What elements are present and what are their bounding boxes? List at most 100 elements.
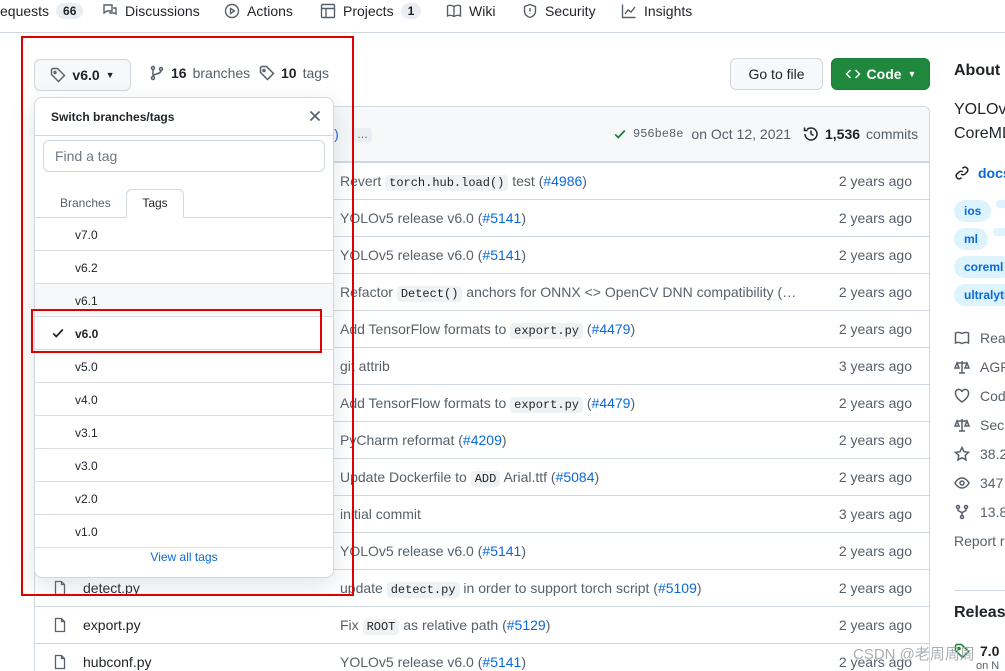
tag-item[interactable]: v6.2	[35, 251, 333, 284]
code-of-conduct-link[interactable]: Cod	[954, 388, 1005, 404]
tab-branches[interactable]: Branches	[60, 196, 111, 210]
topic-coreml[interactable]: coreml	[954, 256, 1005, 278]
tag-select-button[interactable]: v6.0 ▼	[34, 59, 131, 91]
go-to-file-label: Go to file	[748, 66, 805, 82]
tab-actions[interactable]: Actions	[224, 0, 293, 22]
tag-item-label: v6.2	[75, 261, 98, 275]
tag-item[interactable]: v3.1	[35, 416, 333, 449]
close-button[interactable]	[307, 108, 325, 126]
commit-message[interactable]: Revert torch.hub.load() test (#4986)	[340, 173, 587, 191]
expand-commit-button[interactable]: …	[353, 128, 372, 142]
tag-item-label: v6.0	[75, 327, 99, 341]
pr-link[interactable]: #5141	[482, 543, 521, 559]
pr-link[interactable]: #5084	[556, 469, 595, 485]
tab-discussions[interactable]: Discussions	[102, 0, 200, 22]
tag-item[interactable]: v7.0	[35, 218, 333, 251]
code-snippet: export.py	[510, 397, 583, 413]
tag-item-label: v6.1	[75, 294, 98, 308]
stars-link[interactable]: 38.2	[954, 446, 1005, 462]
tab-security[interactable]: Security	[522, 0, 596, 22]
link-icon	[955, 166, 969, 180]
commit-message[interactable]: initial commit	[340, 506, 421, 522]
file-name[interactable]: export.py	[83, 617, 141, 633]
tab-projects[interactable]: Projects 1	[320, 0, 422, 22]
watchers-link[interactable]: 347	[954, 475, 1003, 491]
commit-message[interactable]: update detect.py in order to support tor…	[340, 580, 702, 598]
commit-age: 2 years ago	[838, 247, 912, 263]
about-heading: About	[954, 62, 1001, 79]
tags-count: 10	[281, 65, 297, 81]
commit-message[interactable]: YOLOv5 release v6.0 (#5141)	[340, 210, 526, 226]
commit-message[interactable]: Refactor Detect() anchors for ONNX <> Op…	[340, 284, 796, 302]
commit-count: 1,536	[825, 126, 861, 142]
security-policy-link[interactable]: Secu	[954, 417, 1005, 433]
topic-ultralytics[interactable]: ultralyti	[954, 284, 1005, 306]
tags-link[interactable]: 10 tags	[259, 65, 329, 81]
code-snippet: torch.hub.load()	[385, 175, 509, 191]
topic-partial-2[interactable]	[993, 228, 1005, 236]
forks-link[interactable]: 13.8	[954, 504, 1005, 520]
view-all-tags-link[interactable]: View all tags	[35, 550, 333, 564]
pr-link[interactable]: #4479	[592, 321, 631, 337]
website-link[interactable]: docs	[954, 165, 1005, 181]
topic-partial-1[interactable]	[996, 200, 1005, 208]
branches-link[interactable]: 16 branches	[149, 65, 250, 81]
tag-item[interactable]: v2.0	[35, 482, 333, 515]
report-link[interactable]: Report r	[954, 533, 1005, 549]
topic-ios[interactable]: ios	[954, 200, 992, 222]
tab-security-label: Security	[545, 3, 596, 19]
commit-message[interactable]: Add TensorFlow formats to export.py (#44…	[340, 321, 635, 339]
code-button[interactable]: Code ▼	[831, 58, 930, 90]
go-to-file-button[interactable]: Go to file	[730, 58, 823, 90]
current-tag-label: v6.0	[72, 67, 100, 83]
branches-label: branches	[192, 65, 251, 81]
heart-icon	[954, 388, 970, 403]
tag-filter-input[interactable]	[43, 140, 325, 172]
pr-link[interactable]: #5141	[482, 654, 521, 670]
tag-item[interactable]: v6.0	[35, 317, 333, 350]
file-icon	[54, 654, 66, 670]
commit-message[interactable]: Fix ROOT as relative path (#5129)	[340, 617, 550, 635]
file-name[interactable]: hubconf.py	[83, 654, 152, 670]
commit-age: 2 years ago	[838, 210, 912, 226]
commit-message[interactable]: YOLOv5 release v6.0 (#5141)	[340, 247, 526, 263]
commit-message[interactable]: PyCharm reformat (#4209)	[340, 432, 507, 448]
pr-link[interactable]: #5141	[482, 210, 521, 226]
readme-link[interactable]: Rea	[954, 330, 1005, 346]
pr-link[interactable]: #5109	[658, 580, 697, 596]
about-description-line1: YOLOv5	[954, 101, 1005, 118]
tab-wiki[interactable]: Wiki	[446, 0, 495, 22]
pr-link[interactable]: #4479	[592, 395, 631, 411]
git-branch-icon	[150, 65, 164, 81]
file-name[interactable]: detect.py	[83, 580, 140, 596]
pr-link[interactable]: #5141	[482, 247, 521, 263]
eye-icon	[954, 477, 970, 489]
tag-item[interactable]: v6.1	[35, 284, 333, 317]
tag-item[interactable]: v3.0	[35, 449, 333, 482]
law-icon	[954, 360, 970, 374]
commit-age: 2 years ago	[838, 580, 912, 596]
law-icon	[954, 418, 970, 432]
tag-item[interactable]: v5.0	[35, 350, 333, 383]
commits-link[interactable]: 1,536 commits	[803, 126, 918, 142]
pr-link[interactable]: #4209	[463, 432, 502, 448]
commit-message[interactable]: git attrib	[340, 358, 390, 374]
commit-message[interactable]: YOLOv5 release v6.0 (#5141)	[340, 654, 526, 670]
commit-message[interactable]: YOLOv5 release v6.0 (#5141)	[340, 543, 526, 559]
license-link[interactable]: AGP	[954, 359, 1005, 375]
commit-message[interactable]: Update Dockerfile to ADD Arial.ttf (#508…	[340, 469, 599, 487]
pr-link[interactable]: #4986	[543, 173, 582, 189]
table-icon	[320, 3, 336, 19]
book-icon	[954, 331, 970, 345]
commit-message[interactable]: Add TensorFlow formats to export.py (#44…	[340, 395, 635, 413]
commit-sha[interactable]: 956be8e	[633, 127, 683, 141]
tab-tags[interactable]: Tags	[126, 189, 184, 218]
tag-item[interactable]: v4.0	[35, 383, 333, 416]
pr-link[interactable]: #5129	[507, 617, 546, 633]
releases-heading[interactable]: Release	[954, 604, 1005, 622]
tab-pull-requests[interactable]: equests 66	[0, 0, 84, 22]
tag-item[interactable]: v1.0	[35, 515, 333, 548]
tab-insights[interactable]: Insights	[621, 0, 692, 22]
topic-ml[interactable]: ml	[954, 228, 989, 250]
branches-count: 16	[171, 65, 187, 81]
